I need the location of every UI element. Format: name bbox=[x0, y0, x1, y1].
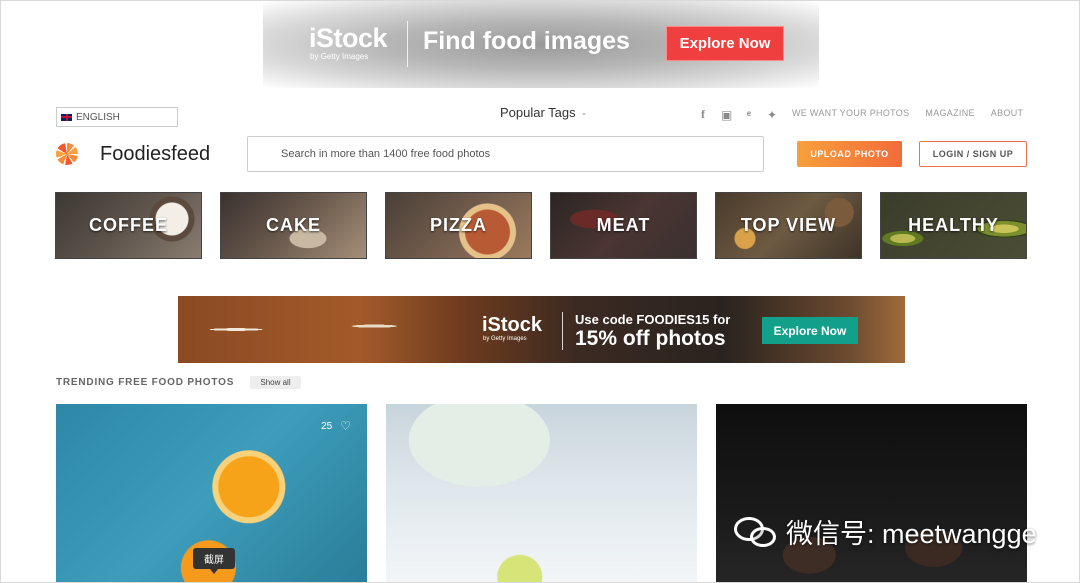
wechat-icon bbox=[734, 515, 778, 549]
trending-section-title: TRENDING FREE FOOD PHOTOS bbox=[56, 377, 235, 388]
site-logo-text[interactable]: Foodiesfeed bbox=[100, 143, 210, 166]
category-tile-top-view[interactable]: TOP VIEW bbox=[715, 192, 862, 259]
pinterest-icon[interactable]: ᵉ bbox=[744, 108, 754, 122]
heart-icon[interactable]: ♡ bbox=[340, 419, 351, 433]
foodiesfeed-logo-icon[interactable] bbox=[56, 143, 78, 165]
istock-logo: iStock bbox=[309, 23, 388, 53]
category-tile-coffee[interactable]: COFFEE bbox=[55, 192, 202, 259]
top-ad-banner[interactable]: iStock by Getty Images Find food images … bbox=[263, 1, 819, 88]
ad-explore-button[interactable]: Explore Now bbox=[666, 26, 784, 61]
facebook-icon[interactable]: f bbox=[698, 107, 708, 122]
uk-flag-icon bbox=[61, 113, 72, 121]
top-nav-links: WE WANT YOUR PHOTOS MAGAZINE ABOUT bbox=[792, 108, 1023, 118]
nav-link-magazine[interactable]: MAGAZINE bbox=[925, 108, 974, 118]
mid-ad-istock-logo: iStock bbox=[482, 314, 543, 336]
language-label: ENGLISH bbox=[76, 111, 120, 123]
photo-card-bottle[interactable] bbox=[386, 404, 697, 582]
search-input[interactable] bbox=[247, 136, 764, 172]
ad-headline: Find food images bbox=[423, 27, 630, 55]
social-links: f ▣ ᵉ ✦ bbox=[698, 107, 777, 122]
category-tile-pizza[interactable]: PIZZA bbox=[385, 192, 532, 259]
screenshot-tooltip: 截屏 bbox=[193, 548, 235, 574]
like-count: 25 bbox=[321, 420, 333, 432]
istock-logo-sub: by Getty Images bbox=[310, 52, 369, 61]
show-all-button[interactable]: Show all bbox=[250, 376, 301, 389]
watermark-text: 微信号: meetwangge bbox=[786, 519, 1037, 549]
twitter-icon[interactable]: ✦ bbox=[767, 108, 777, 122]
mid-ad-istock-sub: by Getty Images bbox=[483, 336, 527, 342]
instagram-icon[interactable]: ▣ bbox=[721, 108, 732, 122]
language-selector[interactable]: ENGLISH bbox=[56, 107, 178, 127]
like-counter[interactable]: 25 ♡ bbox=[321, 419, 351, 433]
nav-link-want-photos[interactable]: WE WANT YOUR PHOTOS bbox=[792, 108, 909, 118]
mid-ad-banner[interactable]: iStock by Getty Images Use code FOODIES1… bbox=[178, 296, 905, 363]
wechat-watermark: 微信号: meetwangge bbox=[734, 512, 1037, 551]
nav-link-about[interactable]: ABOUT bbox=[991, 108, 1024, 118]
popular-tags-label: Popular Tags bbox=[500, 105, 576, 120]
ad-divider bbox=[407, 21, 408, 67]
mid-ad-divider bbox=[562, 312, 563, 350]
chevron-down-icon: ⌄ bbox=[580, 108, 588, 117]
category-tile-cake[interactable]: CAKE bbox=[220, 192, 367, 259]
login-signup-button[interactable]: LOGIN / SIGN UP bbox=[919, 141, 1027, 167]
upload-photo-button[interactable]: UPLOAD PHOTO bbox=[797, 141, 902, 167]
category-tile-meat[interactable]: MEAT bbox=[550, 192, 697, 259]
popular-tags-dropdown[interactable]: Popular Tags ⌄ bbox=[500, 105, 587, 120]
photo-card-flour-hands[interactable] bbox=[716, 404, 1027, 582]
mid-ad-code-line: Use code FOODIES15 for bbox=[575, 312, 731, 327]
mid-ad-offer-line: 15% off photos bbox=[575, 327, 726, 350]
category-tile-healthy[interactable]: HEALTHY bbox=[880, 192, 1027, 259]
browser-viewport: iStock by Getty Images Find food images … bbox=[0, 0, 1080, 583]
mid-ad-explore-button[interactable]: Explore Now bbox=[762, 317, 858, 344]
